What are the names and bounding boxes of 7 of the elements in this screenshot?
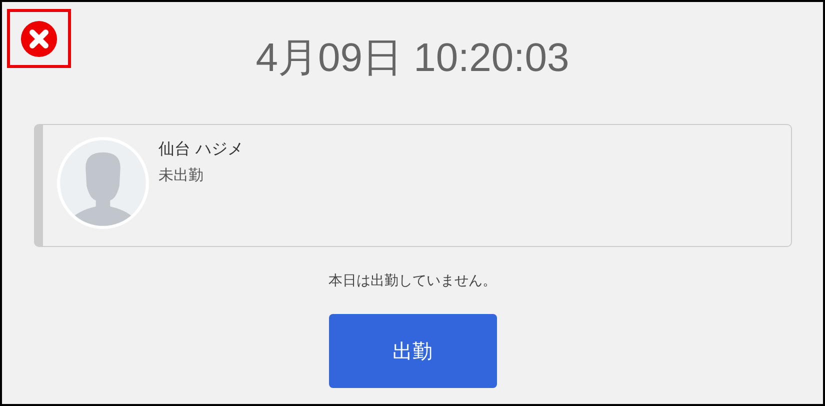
clock-text: 4月09日 10:20:03 bbox=[256, 35, 570, 82]
status-message: 本日は出勤していません。 bbox=[328, 272, 496, 290]
clock-in-button[interactable]: 出勤 bbox=[328, 314, 496, 388]
employee-name: 仙台 ハジメ bbox=[158, 139, 244, 160]
avatar-icon bbox=[56, 137, 148, 229]
close-icon[interactable] bbox=[20, 20, 58, 58]
attendance-status: 未出勤 bbox=[158, 166, 204, 185]
